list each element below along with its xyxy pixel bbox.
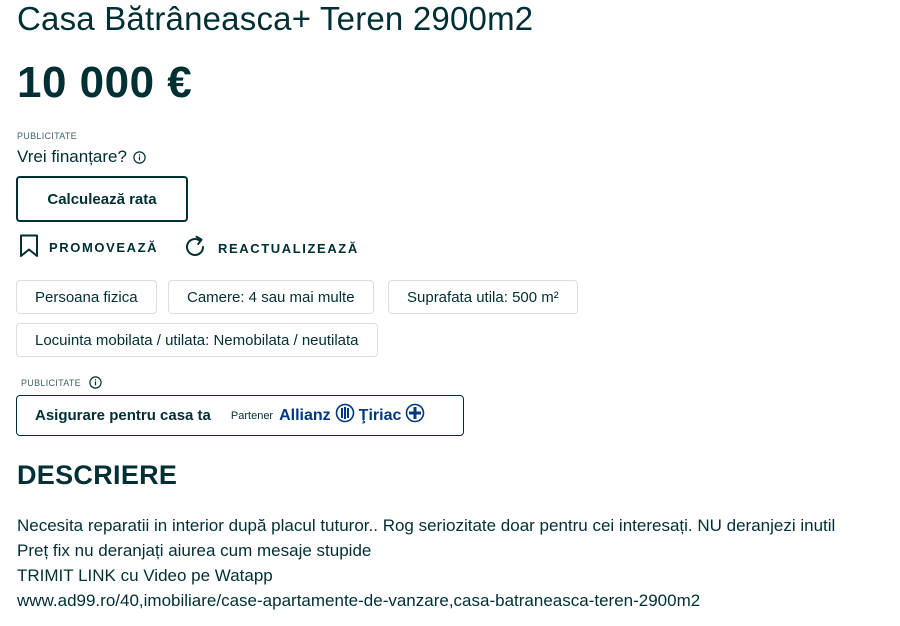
tag-seller-type: Persoana fizica — [16, 280, 157, 314]
description-line: www.ad99.ro/40,imobiliare/case-apartamen… — [17, 591, 701, 610]
description-body: Necesita reparatii in interior după plac… — [17, 513, 835, 613]
refresh-icon — [182, 234, 208, 263]
tiriac-cross-icon — [405, 403, 425, 428]
partner-label: Partener — [230, 409, 274, 422]
refresh-button[interactable]: REACTUALIZEAZĂ — [182, 234, 359, 263]
partner-logo: Allianz Ţiriac — [279, 403, 425, 428]
insurance-banner[interactable]: Asigurare pentru casa ta Partener Allian… — [16, 395, 464, 436]
description-line: Preț fix nu deranjați aiurea cum mesaje … — [17, 541, 372, 560]
promote-button[interactable]: PROMOVEAZĂ — [19, 234, 158, 261]
refresh-label: REACTUALIZEAZĂ — [218, 241, 359, 256]
brand-left: Allianz — [279, 406, 331, 424]
listing-title: Casa Bătrâneasca+ Teren 2900m2 — [17, 0, 534, 37]
calculate-rate-button[interactable]: Calculează rata — [16, 176, 188, 222]
listing-price: 10 000 € — [17, 58, 193, 107]
description-line: TRIMIT LINK cu Video pe Watapp — [17, 566, 273, 585]
description-line: Necesita reparatii in interior după plac… — [17, 516, 836, 535]
bookmark-icon — [19, 234, 39, 261]
allianz-eagle-icon — [335, 403, 355, 428]
ad-label-row: PUBLICITATE — [21, 376, 102, 389]
info-icon[interactable] — [133, 150, 146, 164]
brand-right: Ţiriac — [358, 406, 402, 424]
tag-furnished: Locuinta mobilata / utilata: Nemobilata … — [16, 323, 378, 357]
financing-question-row: Vrei finanțare? — [17, 147, 146, 167]
tag-usable-area: Suprafata utila: 500 m² — [388, 280, 578, 314]
promote-label: PROMOVEAZĂ — [49, 240, 159, 255]
description-heading: DESCRIERE — [17, 460, 178, 490]
insurance-label: Asigurare pentru casa ta — [35, 407, 211, 424]
financing-question: Vrei finanțare? — [17, 147, 127, 166]
tag-rooms: Camere: 4 sau mai multe — [168, 280, 374, 314]
ad-label: PUBLICITATE — [17, 131, 77, 141]
ad-label: PUBLICITATE — [21, 377, 81, 388]
info-icon[interactable] — [89, 376, 102, 389]
